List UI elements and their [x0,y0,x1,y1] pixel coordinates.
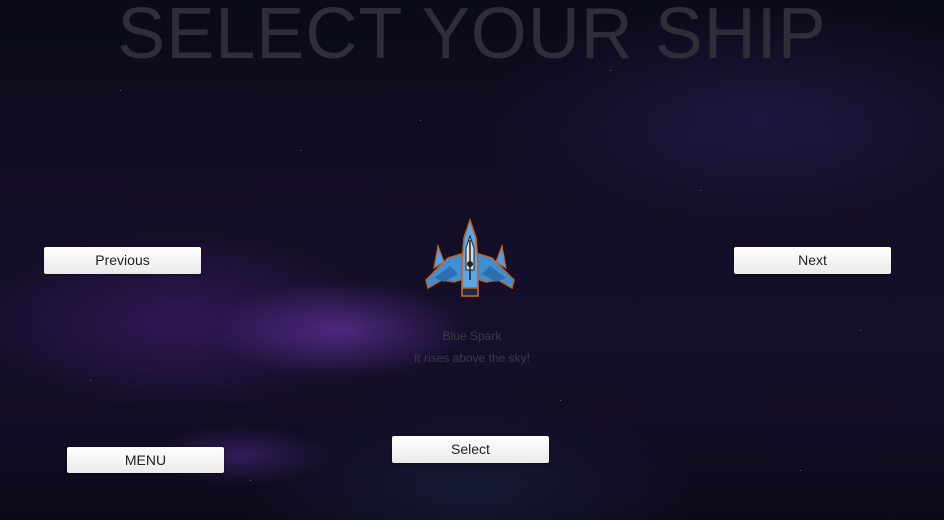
select-button[interactable]: Select [392,436,549,463]
star [120,90,121,91]
ship-description: It rises above the sky! [413,351,531,365]
ship-name: Blue Spark [442,329,502,343]
menu-button[interactable]: MENU [67,447,224,473]
star [90,380,91,381]
star [300,150,301,151]
blue-spaceship-icon [425,218,515,297]
page-title: SELECT YOUR SHIP [117,0,827,74]
star [860,330,861,331]
star [700,190,701,191]
next-button[interactable]: Next [734,247,891,274]
star [800,470,801,471]
star [250,480,251,481]
star [560,400,561,401]
star [420,120,421,121]
previous-button[interactable]: Previous [44,247,201,274]
